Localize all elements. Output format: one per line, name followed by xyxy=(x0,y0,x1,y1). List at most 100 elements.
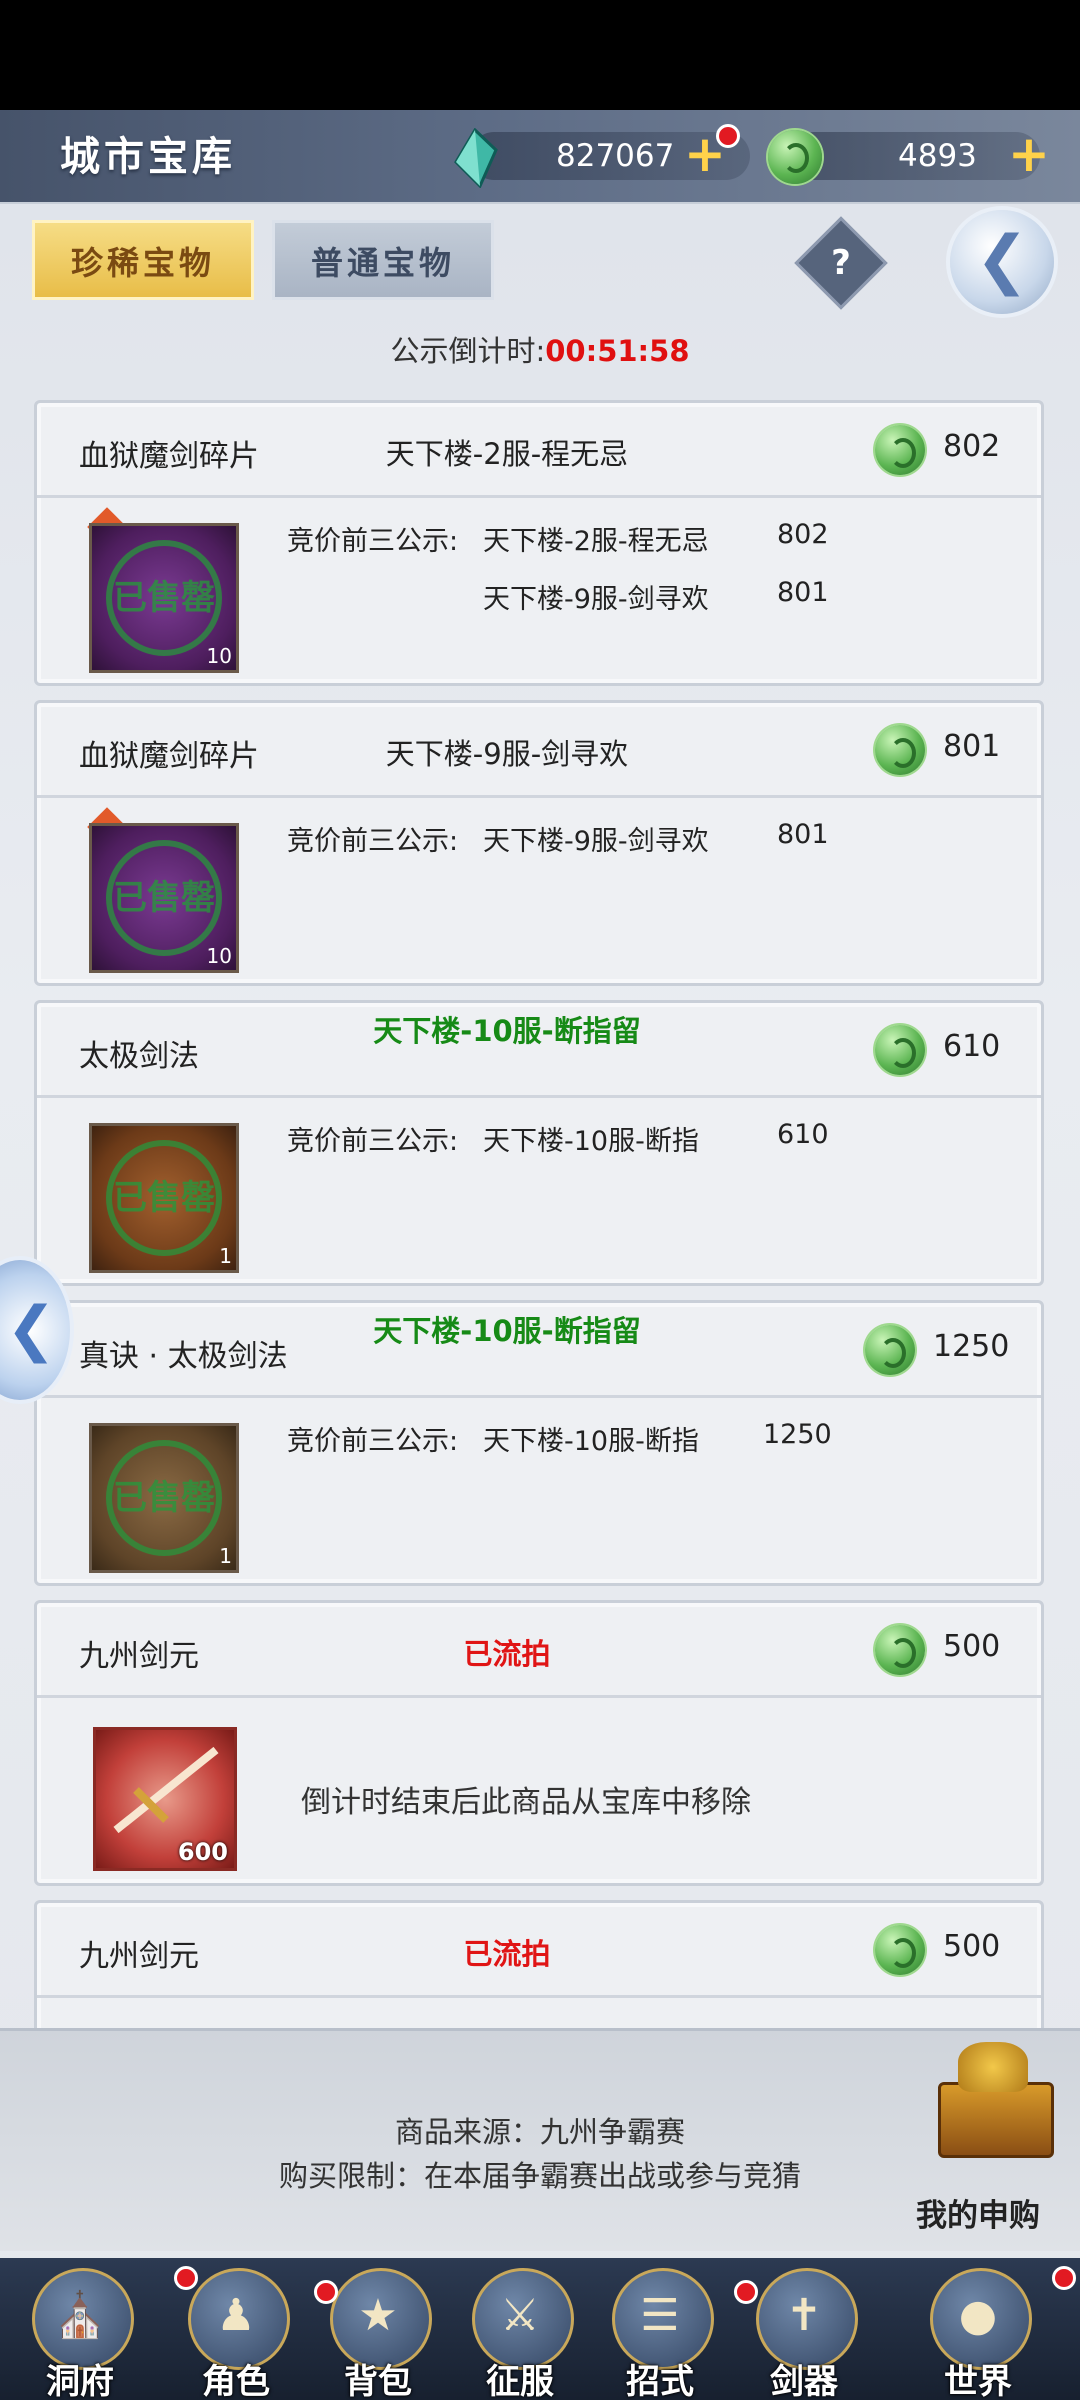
cave-mansion-icon: ⛪ xyxy=(52,2290,108,2341)
item-source: 商品来源：九州争霸赛 xyxy=(394,2115,685,2149)
purchase-limit: 购买限制：在本届争霸赛出战或参与竞猜 xyxy=(278,2159,801,2193)
bottom-nav: ⛪ 洞府 ♟ 角色 ★ 背包 ⚔ 征服 ☰ 招式 ✝ 剑器 ● 世界 xyxy=(0,2258,1080,2400)
top3-label: 竞价前三公示: xyxy=(287,1126,459,1157)
green-coin-icon xyxy=(875,425,925,475)
nav-label: 背包 xyxy=(344,2362,412,2400)
top3-bidder: 天下楼-9服-剑寻欢 xyxy=(483,826,709,857)
top-bidder: 天下楼-9服-剑寻欢 xyxy=(385,737,629,771)
top3-price: 1250 xyxy=(763,1419,832,1450)
question-icon: ? xyxy=(831,243,851,283)
bag-icon: ★ xyxy=(358,2290,398,2341)
back-arrow-icon: ❮ xyxy=(975,223,1029,297)
tab-rare-treasure[interactable]: 珍稀宝物 xyxy=(32,220,254,300)
treasure-chest-icon xyxy=(938,2082,1054,2158)
nav-label: 征服 xyxy=(486,2362,554,2400)
green-coin-icon xyxy=(875,1025,925,1075)
jade-amount: 827067 xyxy=(556,138,675,174)
item-name: 太极剑法 xyxy=(79,1039,199,1074)
item-quantity: 600 xyxy=(177,1838,228,1866)
item-icon[interactable]: 已售罄 10 xyxy=(89,523,239,673)
item-icon[interactable]: 已售罄 1 xyxy=(89,1423,239,1573)
treasure-card[interactable]: 真诀 · 太极剑法 天下楼-10服-断指留 1250 已售罄 1 竞价前三公示:… xyxy=(34,1300,1044,1586)
notification-dot xyxy=(716,124,740,148)
item-price: 500 xyxy=(943,1929,1001,1964)
treasure-card[interactable]: 太极剑法 天下楼-10服-断指留 610 已售罄 1 竞价前三公示: 天下楼-1… xyxy=(34,1000,1044,1286)
my-purchase-button[interactable] xyxy=(928,2042,1058,2162)
auction-status: 已流拍 xyxy=(463,1937,551,1971)
green-coin-icon xyxy=(875,725,925,775)
crossed-swords-icon: ⚔ xyxy=(500,2290,540,2341)
green-coin-icon xyxy=(865,1325,915,1375)
auction-status: 已流拍 xyxy=(463,1637,551,1671)
item-price: 500 xyxy=(943,1629,1001,1664)
coin-amount: 4893 xyxy=(898,138,977,174)
item-name: 血狱魔剑碎片 xyxy=(79,439,259,474)
top3-price: 802 xyxy=(777,519,829,550)
top3-label: 竞价前三公示: xyxy=(287,826,459,857)
item-icon[interactable]: 已售罄 10 xyxy=(89,823,239,973)
item-quantity: 10 xyxy=(206,944,232,968)
top3-price: 801 xyxy=(777,577,829,608)
sold-out-stamp: 已售罄 xyxy=(106,1140,222,1256)
item-name: 九州剑元 xyxy=(79,1639,199,1674)
green-coin-icon xyxy=(875,1625,925,1675)
back-button[interactable]: ❮ xyxy=(950,210,1054,314)
item-name: 血狱魔剑碎片 xyxy=(79,739,259,774)
world-map-icon: ● xyxy=(958,2290,998,2341)
header-bar: 城市宝库 827067 + 4893 + xyxy=(0,110,1080,202)
item-name: 九州剑元 xyxy=(79,1939,199,1974)
top3-bidder: 天下楼-2服-程无忌 xyxy=(483,526,709,557)
add-coin-button[interactable]: + xyxy=(1006,124,1052,184)
tab-common-treasure[interactable]: 普通宝物 xyxy=(272,220,494,300)
sword-icon xyxy=(113,1746,219,1834)
sold-out-stamp: 已售罄 xyxy=(106,840,222,956)
top-bidder: 天下楼-2服-程无忌 xyxy=(385,437,629,471)
top-bidder: 天下楼-10服-断指留 xyxy=(373,1314,641,1348)
green-coin-icon xyxy=(875,1925,925,1975)
scroll-icon: ☰ xyxy=(640,2290,680,2341)
top3-bidder: 天下楼-9服-剑寻欢 xyxy=(483,584,709,615)
chevron-left-icon: ❮ xyxy=(6,1294,57,1364)
item-price: 1250 xyxy=(933,1329,1010,1364)
top-bidder: 天下楼-10服-断指留 xyxy=(373,1014,641,1048)
nav-conquer[interactable]: ⚔ 征服 xyxy=(460,2258,580,2400)
top3-label: 竞价前三公示: xyxy=(287,1426,459,1457)
page-title: 城市宝库 xyxy=(60,134,236,180)
nav-cave[interactable]: ⛪ 洞府 xyxy=(20,2258,140,2400)
countdown-time: 00:51:58 xyxy=(545,334,690,368)
item-quantity: 1 xyxy=(219,1544,232,1568)
jade-crystal-icon xyxy=(454,128,498,188)
nav-label: 招式 xyxy=(626,2362,694,2400)
sword-icon: ✝ xyxy=(785,2290,823,2341)
item-quantity: 10 xyxy=(206,644,232,668)
item-name: 真诀 · 太极剑法 xyxy=(79,1339,288,1374)
notification-dot xyxy=(174,2266,198,2290)
item-price: 801 xyxy=(943,729,1001,764)
treasure-card[interactable]: 血狱魔剑碎片 天下楼-9服-剑寻欢 801 已售罄 10 竞价前三公示: 天下楼… xyxy=(34,700,1044,986)
item-price: 610 xyxy=(943,1029,1001,1064)
nav-weapons[interactable]: ✝ 剑器 xyxy=(744,2258,864,2400)
my-purchase-label[interactable]: 我的申购 xyxy=(916,2190,1040,2235)
lion-statue-icon xyxy=(958,2042,1028,2092)
nav-world[interactable]: ● 世界 xyxy=(918,2258,1038,2400)
treasury-screen: 城市宝库 827067 + 4893 + 珍稀宝物 普通宝物 ? ❮ 公示倒计时… xyxy=(0,110,1080,2400)
help-button[interactable]: ? xyxy=(794,216,888,310)
nav-label: 剑器 xyxy=(770,2362,838,2400)
nav-bag[interactable]: ★ 背包 xyxy=(318,2258,438,2400)
treasure-card[interactable]: 九州剑元 已流拍 500 600 倒计时结束后此商品从宝库中移除 xyxy=(34,1600,1044,1886)
notification-dot xyxy=(734,2280,758,2304)
top3-label: 竞价前三公示: xyxy=(287,526,459,557)
nav-skills[interactable]: ☰ 招式 xyxy=(600,2258,720,2400)
item-icon[interactable]: 600 xyxy=(93,1727,237,1871)
treasure-card[interactable]: 血狱魔剑碎片 天下楼-2服-程无忌 802 已售罄 10 竞价前三公示: 天下楼… xyxy=(34,400,1044,686)
countdown-label: 公示倒计时: xyxy=(390,334,546,368)
treasure-list[interactable]: 血狱魔剑碎片 天下楼-2服-程无忌 802 已售罄 10 竞价前三公示: 天下楼… xyxy=(34,400,1044,2125)
sold-out-stamp: 已售罄 xyxy=(106,540,222,656)
item-quantity: 1 xyxy=(219,1244,232,1268)
notification-dot xyxy=(1052,2266,1076,2290)
item-price: 802 xyxy=(943,429,1001,464)
nav-label: 洞府 xyxy=(46,2362,114,2400)
top3-price: 610 xyxy=(777,1119,829,1150)
character-icon: ♟ xyxy=(216,2290,256,2341)
item-icon[interactable]: 已售罄 1 xyxy=(89,1123,239,1273)
